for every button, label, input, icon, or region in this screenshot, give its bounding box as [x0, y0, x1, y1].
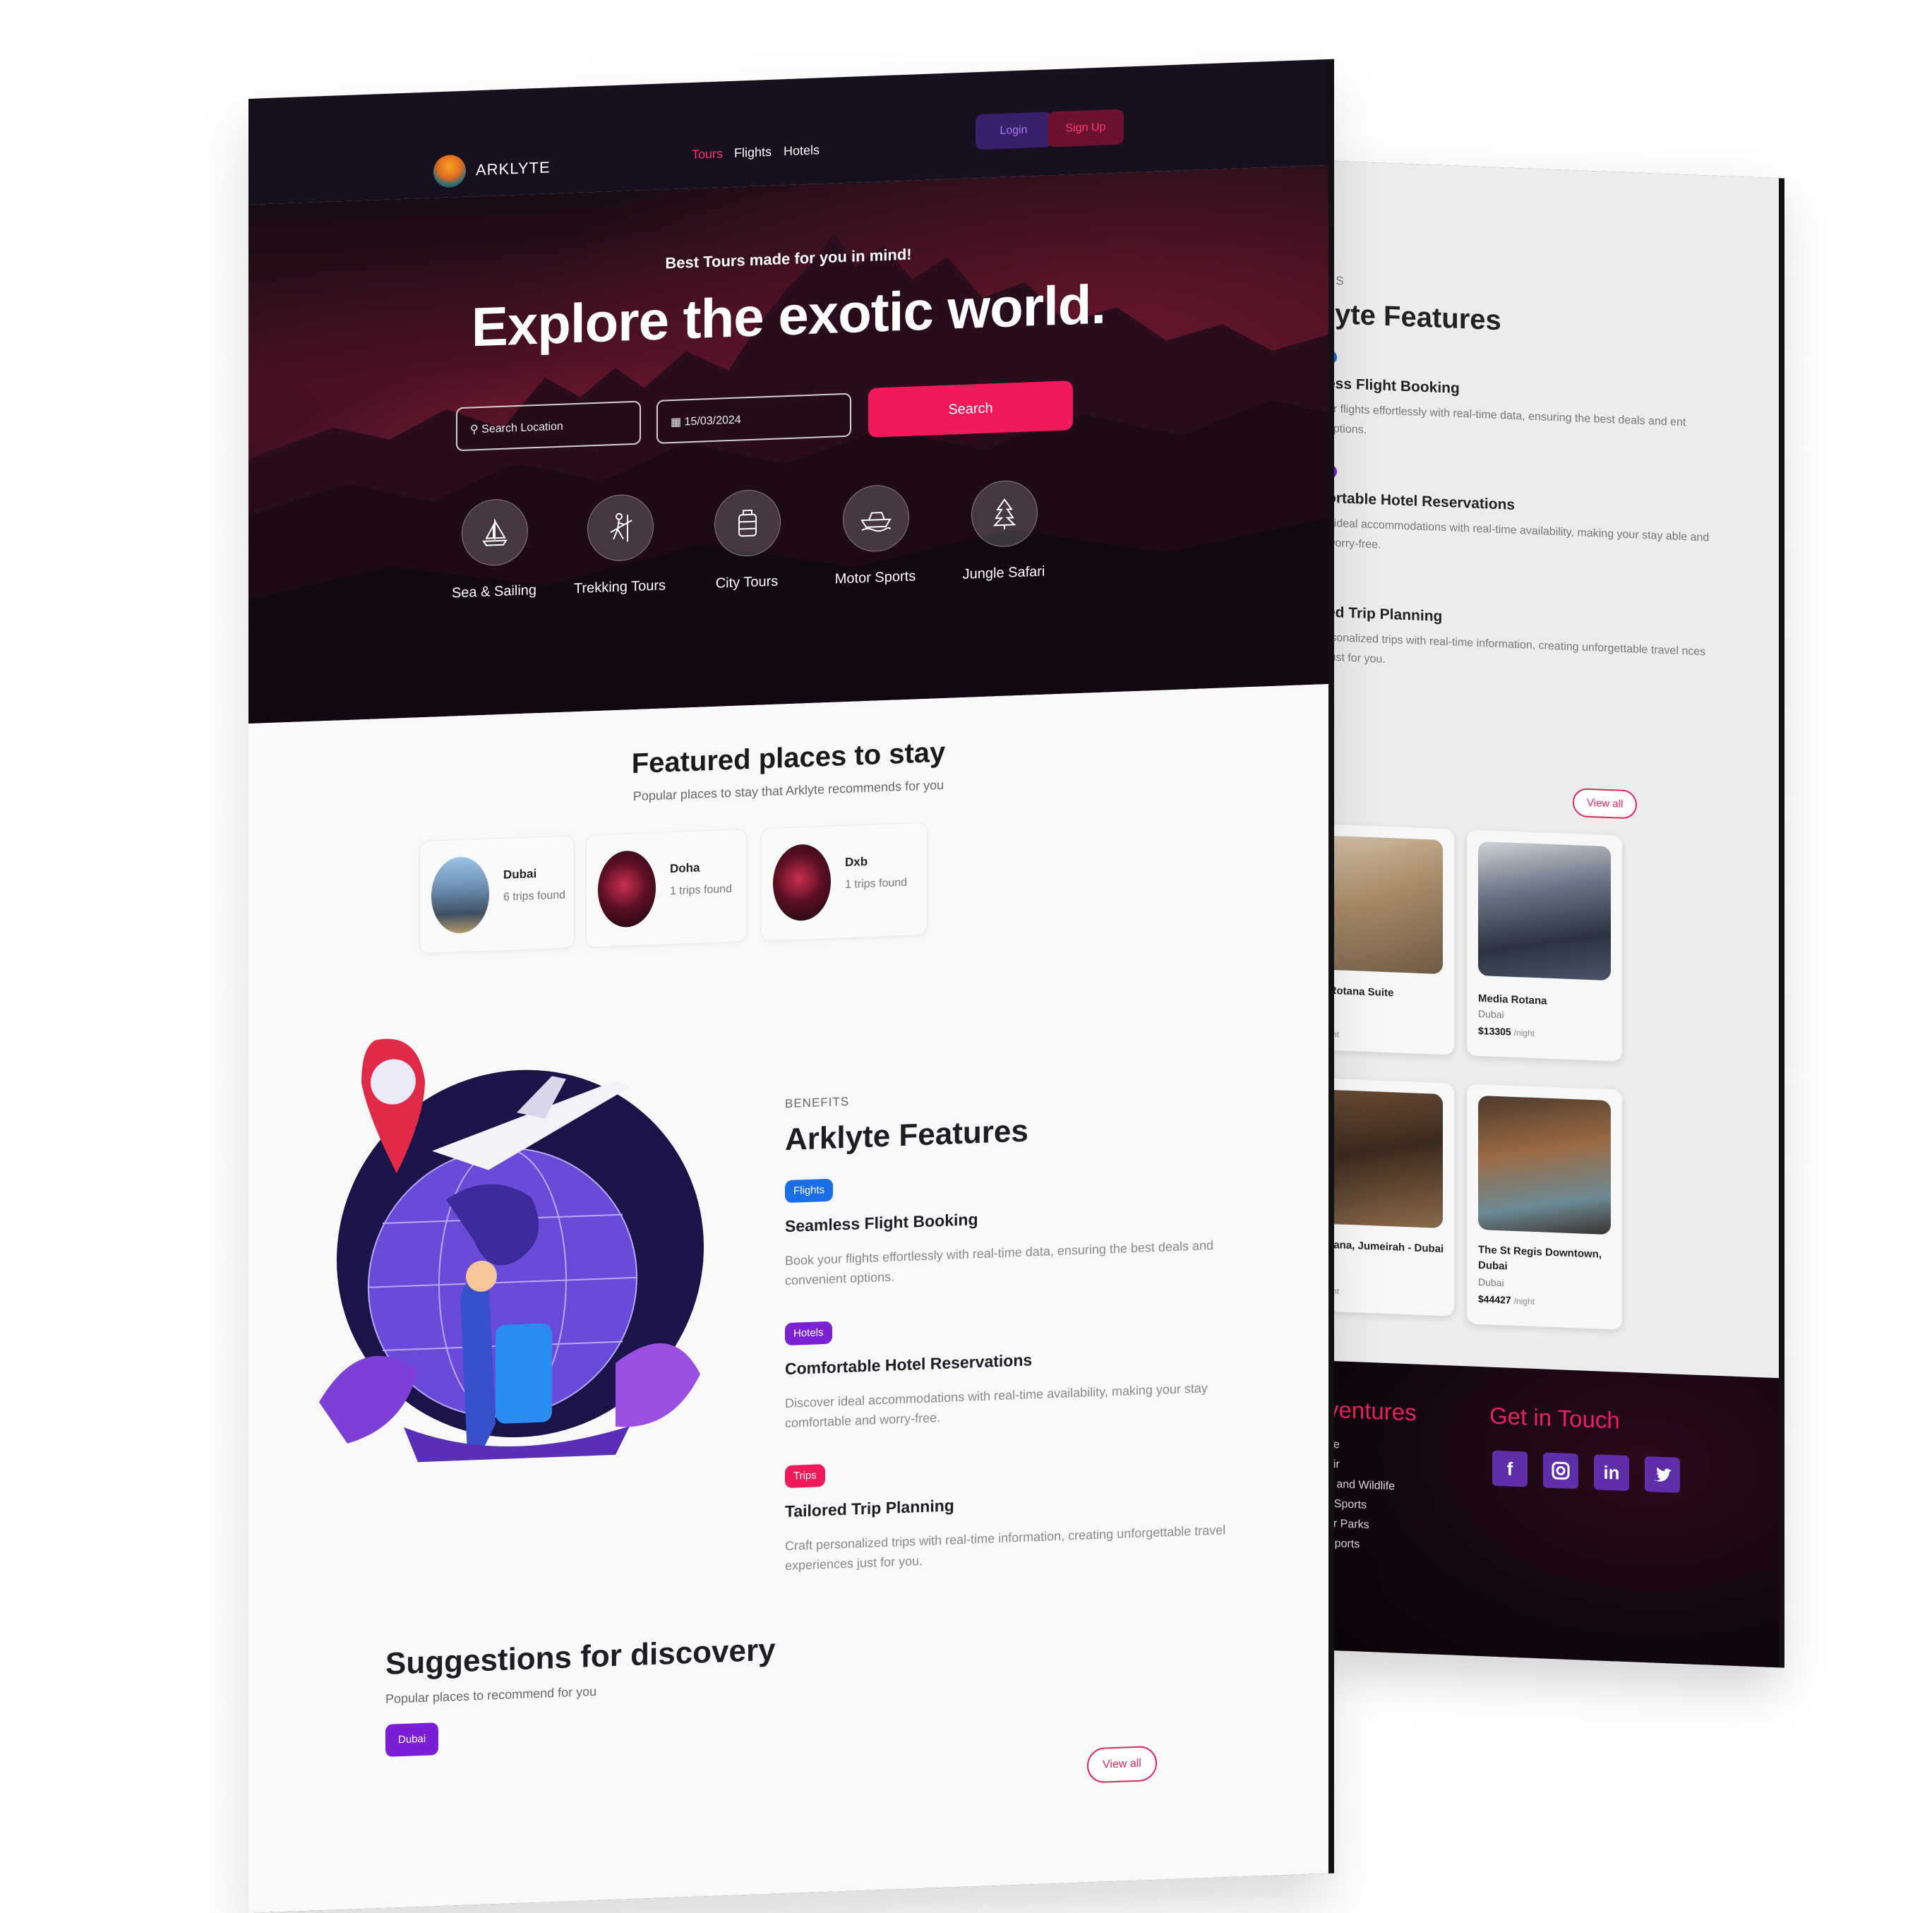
nav-tours[interactable]: Tours: [692, 146, 723, 162]
hotel-price: $13305 /night: [1478, 1024, 1535, 1038]
hotels-tag: [1327, 464, 1337, 479]
benefits-eyebrow: BENEFITS: [785, 1094, 850, 1111]
view-all-button[interactable]: View all: [1573, 788, 1638, 820]
nav-hotels[interactable]: Hotels: [784, 143, 820, 159]
hotel-name: daf Rotana Suite: [1327, 984, 1394, 1000]
place-image: [598, 849, 656, 928]
footer-link[interactable]: e and Wildlife: [1327, 1478, 1395, 1494]
hotel-name: The St Regis Downtown, Dubai: [1478, 1243, 1602, 1273]
back-feature-title: ortable Hotel Reservations: [1327, 489, 1516, 513]
place-name: Dxb: [845, 854, 868, 870]
back-eyebrow: TS: [1327, 273, 1345, 288]
hotel-card[interactable]: j Rotana, Jumeirah - Dubai 8 /night: [1327, 1077, 1454, 1317]
brand-logo-icon[interactable]: [433, 154, 466, 188]
back-feature-desc: r ideal accommodations with real-time av…: [1327, 517, 1710, 551]
back-feature-title: ess Flight Booking: [1327, 375, 1460, 397]
front-page: ARKLYTE Tours Flights Hotels Login Sign …: [248, 59, 1328, 1913]
brand-name[interactable]: ARKLYTE: [476, 158, 551, 179]
hotel-price: $44427 /night: [1478, 1293, 1535, 1307]
get-in-touch-title: Get in Touch: [1489, 1402, 1620, 1434]
footer-link[interactable]: or Parks: [1327, 1518, 1369, 1532]
search-placeholder: Search Location: [481, 420, 563, 436]
place-name: Doha: [670, 860, 700, 876]
flights-tag: [1327, 349, 1337, 365]
place-image: [431, 856, 489, 935]
features-title: Arklyte Features: [785, 1113, 1028, 1158]
search-button[interactable]: Search: [868, 380, 1073, 438]
place-name: Dubai: [503, 867, 537, 882]
date-value: 15/03/2024: [684, 414, 741, 428]
back-page-preview: TS lyte Features ess Flight Booking ur f…: [1327, 160, 1779, 1668]
hotel-city: Dubai: [1478, 1276, 1504, 1289]
hotel-card[interactable]: daf Rotana Suite 0 /night: [1327, 823, 1454, 1055]
feature-desc: Discover ideal accommodations with real-…: [785, 1381, 1208, 1431]
feature-desc: Craft personalized trips with real-time …: [785, 1523, 1226, 1573]
hotel-name: j Rotana, Jumeirah - Dubai: [1327, 1238, 1444, 1256]
search-icon: ⚲: [470, 424, 479, 436]
travel-globe-illustration: [319, 1038, 704, 1463]
feature-desc: Book your flights effortlessly with real…: [785, 1237, 1213, 1288]
twitter-icon[interactable]: [1645, 1456, 1680, 1493]
calendar-icon: ▦: [671, 416, 682, 429]
footer-link[interactable]: air: [1327, 1458, 1340, 1472]
hotel-card[interactable]: Media Rotana Dubai $13305 /night: [1467, 829, 1622, 1062]
footer-link[interactable]: r Sports: [1327, 1498, 1367, 1512]
place-card[interactable]: Dxb 1 trips found: [761, 822, 928, 942]
hotel-image: [1327, 834, 1443, 975]
linkedin-icon[interactable]: in: [1594, 1454, 1629, 1492]
footer-link[interactable]: Sports: [1327, 1537, 1360, 1552]
nav-flights[interactable]: Flights: [734, 145, 772, 161]
adventures-title: ventures: [1327, 1396, 1417, 1426]
trips-tag: Trips: [785, 1464, 825, 1489]
back-feature-desc: ur flights effortlessly with real-time d…: [1327, 402, 1686, 436]
facebook-icon[interactable]: f: [1492, 1450, 1528, 1487]
feature-title: Tailored Trip Planning: [785, 1496, 954, 1521]
place-count: 1 trips found: [670, 882, 733, 898]
place-count: 6 trips found: [503, 889, 566, 904]
footer-link[interactable]: ne: [1327, 1439, 1340, 1452]
footer: ventures ne air e and Wildlife r Sports …: [1327, 1360, 1779, 1668]
hero-section: Best Tours made for you in mind! Explore…: [248, 164, 1328, 724]
hotel-price: 0 /night: [1327, 1029, 1340, 1040]
feature-title: Seamless Flight Booking: [785, 1210, 978, 1236]
feature-title: Comfortable Hotel Reservations: [785, 1350, 1033, 1379]
date-input[interactable]: ▦ 15/03/2024: [656, 392, 851, 444]
signup-button[interactable]: Sign Up: [1048, 109, 1124, 148]
hotel-image: [1327, 1089, 1443, 1229]
hotel-price: 8 /night: [1327, 1285, 1340, 1297]
back-features-title: lyte Features: [1327, 298, 1501, 337]
place-card[interactable]: Doha 1 trips found: [586, 829, 747, 948]
suggestions-subtitle: Popular places to recommend for you: [385, 1684, 597, 1706]
back-feature-title: ed Trip Planning: [1327, 604, 1443, 625]
instagram-icon[interactable]: [1543, 1452, 1578, 1489]
hotel-city: Dubai: [1478, 1007, 1504, 1021]
login-button[interactable]: Login: [976, 112, 1052, 150]
flights-tag: Flights: [785, 1178, 834, 1204]
hotel-image: [1478, 841, 1611, 981]
view-all-button[interactable]: View all: [1087, 1745, 1157, 1784]
place-count: 1 trips found: [845, 876, 908, 892]
suggestions-title: Suggestions for discovery: [385, 1632, 776, 1681]
place-image: [773, 843, 831, 922]
hotel-image: [1478, 1095, 1611, 1235]
back-feature-desc: rsonalized trips with real-time informat…: [1327, 631, 1706, 666]
suggestion-tag-dubai[interactable]: Dubai: [385, 1722, 439, 1757]
place-card[interactable]: Dubai 6 trips found: [419, 835, 575, 954]
hotel-card[interactable]: The St Regis Downtown, Dubai Dubai $4442…: [1467, 1084, 1622, 1330]
search-location-input[interactable]: ⚲ Search Location: [456, 400, 641, 452]
hotels-tag: Hotels: [785, 1321, 832, 1346]
